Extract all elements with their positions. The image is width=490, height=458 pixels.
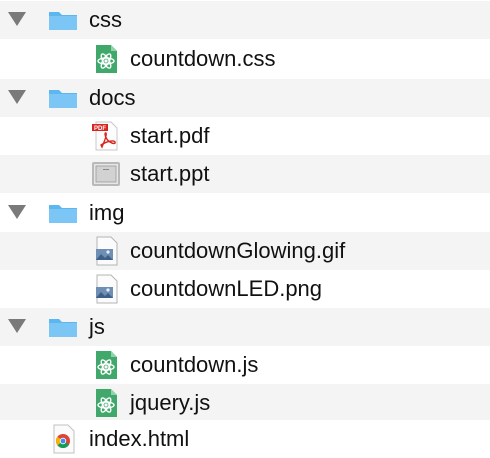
chrome-html-icon	[48, 424, 78, 454]
image-file-icon	[91, 236, 121, 266]
tree-row-file[interactable]: index.html	[0, 420, 490, 458]
atom-file-icon	[91, 388, 121, 418]
ppt-icon	[91, 159, 121, 189]
tree-row-file[interactable]: countdown.js	[0, 346, 490, 384]
disclosure-triangle-icon[interactable]	[8, 90, 26, 104]
tree-item-label: jquery.js	[130, 390, 211, 415]
pdf-icon: PDF	[91, 121, 121, 151]
tree-item-label: start.pdf	[130, 123, 210, 148]
folder-icon	[48, 198, 78, 228]
tree-row-file[interactable]: countdown.css	[0, 40, 490, 78]
tree-row-file[interactable]: countdownGlowing.gif	[0, 232, 490, 270]
disclosure-triangle-icon[interactable]	[8, 319, 26, 333]
tree-item-label: js	[89, 314, 105, 339]
disclosure-triangle-icon[interactable]	[8, 205, 26, 219]
tree-row-js-folder[interactable]: js	[0, 308, 490, 346]
tree-item-label: countdownGlowing.gif	[130, 238, 346, 263]
atom-file-icon	[91, 44, 121, 74]
tree-item-label: img	[89, 200, 125, 225]
folder-icon	[48, 5, 78, 35]
tree-item-label: countdownLED.png	[130, 276, 323, 301]
tree-row-file[interactable]: start.ppt	[0, 155, 490, 193]
atom-file-icon	[91, 350, 121, 380]
folder-icon	[48, 312, 78, 342]
tree-item-label: start.ppt	[130, 161, 210, 186]
tree-row-file[interactable]: jquery.js	[0, 384, 490, 422]
tree-item-label: css	[89, 7, 122, 32]
tree-row-img-folder[interactable]: img	[0, 194, 490, 232]
tree-row-css-folder[interactable]: css	[0, 1, 490, 39]
tree-row-docs-folder[interactable]: docs	[0, 79, 490, 117]
file-tree: css countdown.css docs PDF start.pdf sta…	[0, 0, 490, 458]
folder-icon	[48, 83, 78, 113]
disclosure-triangle-icon[interactable]	[8, 12, 26, 26]
tree-row-file[interactable]: PDF start.pdf	[0, 117, 490, 155]
tree-item-label: countdown.css	[130, 46, 276, 71]
tree-row-file[interactable]: countdownLED.png	[0, 270, 490, 308]
tree-item-label: docs	[89, 85, 136, 110]
image-file-icon	[91, 274, 121, 304]
tree-item-label: countdown.js	[130, 352, 259, 377]
svg-text:PDF: PDF	[94, 126, 106, 132]
tree-item-label: index.html	[89, 426, 190, 451]
